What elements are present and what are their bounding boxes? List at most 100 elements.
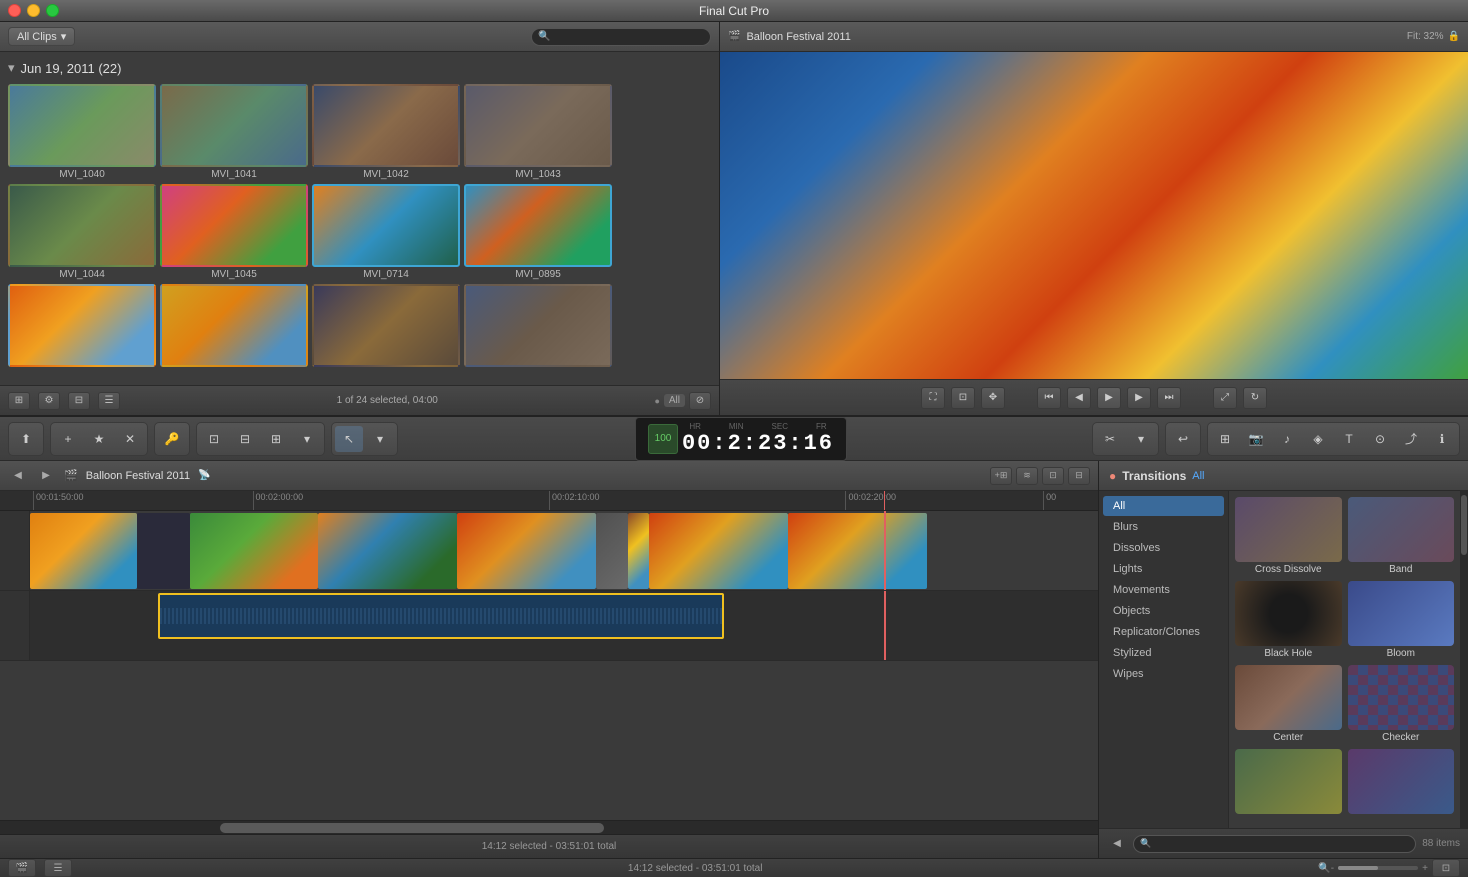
category-objects[interactable]: Objects bbox=[1103, 601, 1224, 621]
tool-dropdown[interactable]: ▾ bbox=[366, 426, 394, 452]
step-back-button[interactable]: ◀ bbox=[1067, 387, 1091, 409]
select-tool-button[interactable]: ↖ bbox=[335, 426, 363, 452]
text-button[interactable]: T bbox=[1335, 426, 1363, 452]
transitions-all-button[interactable]: All bbox=[1192, 470, 1204, 482]
transform-button[interactable]: ✥ bbox=[981, 387, 1005, 409]
timeline-clip-2[interactable] bbox=[190, 513, 318, 589]
trans-item-checker[interactable]: Checker bbox=[1348, 665, 1455, 743]
trans-search-input[interactable] bbox=[1151, 838, 1409, 849]
trans-item-cross-dissolve[interactable]: Cross Dissolve bbox=[1235, 497, 1342, 575]
trans-item-bottom1[interactable] bbox=[1235, 749, 1342, 816]
trans-item-band[interactable]: Band bbox=[1348, 497, 1455, 575]
transitions-scrollbar[interactable] bbox=[1460, 491, 1468, 828]
edit-button[interactable]: ⊡ bbox=[200, 426, 228, 452]
trans-item-bottom2[interactable] bbox=[1348, 749, 1455, 816]
audio-meter-button[interactable]: ≋ bbox=[1016, 467, 1038, 485]
trans-label-center: Center bbox=[1273, 732, 1303, 743]
play-button[interactable]: ▶ bbox=[1097, 387, 1121, 409]
category-stylized[interactable]: Stylized bbox=[1103, 643, 1224, 663]
rewind-button[interactable]: ⏮ bbox=[1037, 387, 1061, 409]
category-wipes[interactable]: Wipes bbox=[1103, 664, 1224, 684]
collapse-icon[interactable]: ▾ bbox=[8, 60, 15, 76]
trans-search[interactable]: 🔍 bbox=[1133, 835, 1416, 853]
list-view-button[interactable]: ☰ bbox=[98, 392, 120, 410]
category-dissolves[interactable]: Dissolves bbox=[1103, 538, 1224, 558]
clip-item-mvi1044[interactable]: MVI_1044 bbox=[8, 184, 156, 280]
camera-button[interactable]: 📷 bbox=[1242, 426, 1270, 452]
timeline-forward-button[interactable]: ▶ bbox=[36, 467, 56, 485]
timeline-clip-1[interactable] bbox=[30, 513, 137, 589]
split-button[interactable]: ⊞ bbox=[262, 426, 290, 452]
clip-item-mvi1043[interactable]: MVI_1043 bbox=[464, 84, 612, 180]
step-forward-button[interactable]: ▶ bbox=[1127, 387, 1151, 409]
browser-search[interactable]: 🔍 bbox=[531, 28, 711, 46]
crop-button[interactable]: ⊡ bbox=[951, 387, 975, 409]
audio-button[interactable]: ⊟ bbox=[231, 426, 259, 452]
minimize-button[interactable] bbox=[27, 4, 40, 17]
search-input[interactable] bbox=[550, 31, 704, 42]
generator-button[interactable]: ⊙ bbox=[1366, 426, 1394, 452]
clip-item-row3d[interactable] bbox=[464, 284, 612, 369]
transition-button[interactable]: ◈ bbox=[1304, 426, 1332, 452]
all-clips-button[interactable]: All Clips ▾ bbox=[8, 27, 75, 46]
clip-item-mvi1045[interactable]: MVI_1045 bbox=[160, 184, 308, 280]
maximize-button[interactable] bbox=[46, 4, 59, 17]
transitions-scroll-thumb[interactable] bbox=[1461, 495, 1467, 555]
fullscreen-exit-button[interactable]: ⤢ bbox=[1213, 387, 1237, 409]
category-replicator-clones[interactable]: Replicator/Clones bbox=[1103, 622, 1224, 642]
clip-item-mvi1040[interactable]: MVI_1040 bbox=[8, 84, 156, 180]
filmstrip-button[interactable]: ⊟ bbox=[68, 392, 90, 410]
category-blurs[interactable]: Blurs bbox=[1103, 517, 1224, 537]
settings-button[interactable]: ⚙ bbox=[38, 392, 60, 410]
timeline-settings-button[interactable]: ⊟ bbox=[1068, 467, 1090, 485]
trans-item-black-hole[interactable]: Black Hole bbox=[1235, 581, 1342, 659]
undo-button[interactable]: ↩ bbox=[1169, 426, 1197, 452]
status-list-button[interactable]: ☰ bbox=[44, 859, 72, 877]
zoom-in-button[interactable]: +⊞ bbox=[990, 467, 1012, 485]
timeline-clip-5a[interactable] bbox=[596, 513, 628, 589]
timeline-clip-4[interactable] bbox=[457, 513, 596, 589]
clip-item-mvi0895[interactable]: MVI_0895 bbox=[464, 184, 612, 280]
zoom-fit-button[interactable]: ⊡ bbox=[1432, 859, 1460, 877]
timeline-clip-3[interactable] bbox=[318, 513, 457, 589]
category-lights[interactable]: Lights bbox=[1103, 559, 1224, 579]
add-button[interactable]: + bbox=[54, 426, 82, 452]
status-clips-button[interactable]: 🎬 bbox=[8, 859, 36, 877]
favorite-button[interactable]: ★ bbox=[85, 426, 113, 452]
more-button[interactable]: ▾ bbox=[293, 426, 321, 452]
timeline-clip-6[interactable] bbox=[649, 513, 788, 589]
close-button[interactable] bbox=[8, 4, 21, 17]
trans-back-button[interactable]: ◀ bbox=[1107, 835, 1127, 853]
trans-item-center[interactable]: Center bbox=[1235, 665, 1342, 743]
import-button[interactable]: ⬆ bbox=[12, 426, 40, 452]
timeline-clip-5b[interactable] bbox=[628, 513, 649, 589]
timeline-scrollbar[interactable] bbox=[0, 820, 1098, 834]
category-all[interactable]: All bbox=[1103, 496, 1224, 516]
clip-item-mvi0714[interactable]: MVI_0714 bbox=[312, 184, 460, 280]
timeline-back-button[interactable]: ◀ bbox=[8, 467, 28, 485]
tools-dropdown[interactable]: ▾ bbox=[1127, 426, 1155, 452]
fast-forward-button[interactable]: ⏭ bbox=[1157, 387, 1181, 409]
category-movements[interactable]: Movements bbox=[1103, 580, 1224, 600]
trans-item-bloom[interactable]: Bloom bbox=[1348, 581, 1455, 659]
refresh-button[interactable]: ↻ bbox=[1243, 387, 1267, 409]
audio-edit-button[interactable]: ♪ bbox=[1273, 426, 1301, 452]
grid-view-button[interactable]: ⊞ bbox=[8, 392, 30, 410]
clip-item-mvi1042[interactable]: MVI_1042 bbox=[312, 84, 460, 180]
timeline-clip-7[interactable] bbox=[788, 513, 927, 589]
connect-button[interactable]: ⊞ bbox=[1211, 426, 1239, 452]
snap-button[interactable]: ⊡ bbox=[1042, 467, 1064, 485]
timeline-scrollbar-thumb[interactable] bbox=[220, 823, 604, 833]
clip-item-row3c[interactable] bbox=[312, 284, 460, 369]
clip-item-mvi1041[interactable]: MVI_1041 bbox=[160, 84, 308, 180]
clip-item-row3a[interactable] bbox=[8, 284, 156, 369]
reject-button[interactable]: ✕ bbox=[116, 426, 144, 452]
clip-item-row3b[interactable] bbox=[160, 284, 308, 369]
inspector-button[interactable]: ℹ bbox=[1428, 426, 1456, 452]
fullscreen-button[interactable]: ⛶ bbox=[921, 387, 945, 409]
audio-clip-1[interactable] bbox=[158, 593, 724, 639]
keyword-button[interactable]: 🔑 bbox=[158, 426, 186, 452]
share-button[interactable]: ⤴ bbox=[1397, 426, 1425, 452]
filter-button[interactable]: ⊘ bbox=[689, 392, 711, 410]
trim-button[interactable]: ✂ bbox=[1096, 426, 1124, 452]
